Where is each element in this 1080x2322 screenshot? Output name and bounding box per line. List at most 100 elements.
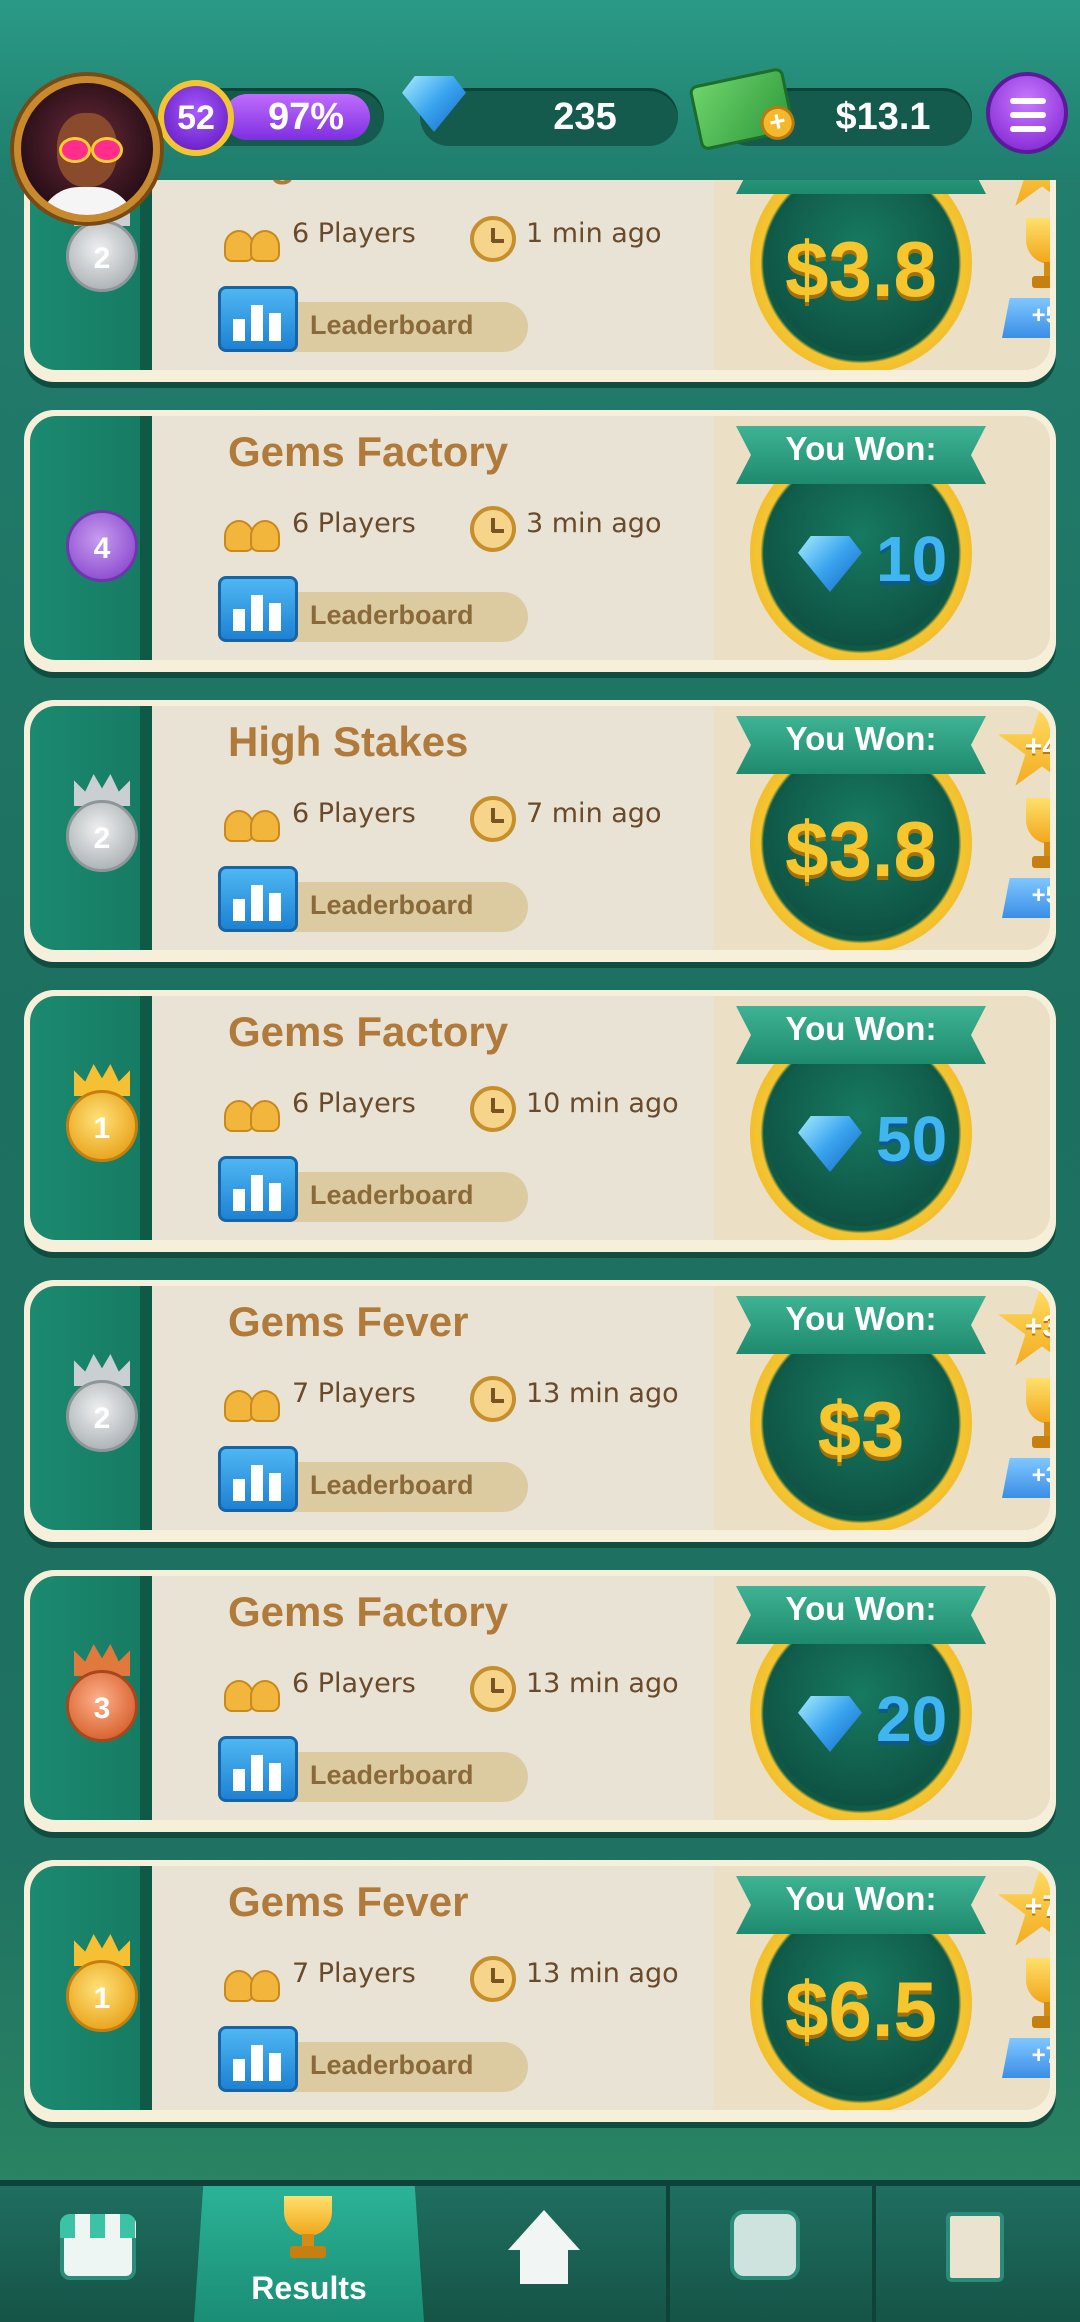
gem-icon <box>798 1116 862 1172</box>
trophy-bonus: +53 <box>1031 882 1050 909</box>
result-card[interactable]: 1 Gems Factory 6 Players 10 min ago Leaderbo… <box>24 990 1056 1252</box>
trophy-bonus: +53 <box>1031 302 1050 329</box>
trophy-bonus: +72 <box>1031 2042 1050 2069</box>
prize-cash: $3.8 <box>785 225 937 313</box>
nav-results[interactable]: Results <box>194 2186 424 2322</box>
game-title: Gems Fever <box>228 1298 469 1345</box>
trophy-icon <box>1014 1378 1050 1458</box>
leaderboard-icon[interactable] <box>218 1736 298 1802</box>
players-count: 6 Players <box>292 1668 416 1699</box>
store-icon <box>60 2214 136 2280</box>
you-won-label: You Won: <box>785 1590 937 1627</box>
nav-results-label: Results <box>251 2270 367 2306</box>
nav-home[interactable] <box>424 2186 664 2322</box>
trophy-icon <box>1014 1958 1050 2038</box>
result-card[interactable]: 2 High Stakes 6 Players 7 min ago Leaderboar… <box>24 700 1056 962</box>
cash-amount: $13.1 <box>835 96 931 138</box>
prize-gems: 10 <box>876 523 948 595</box>
leaderboard-icon[interactable] <box>218 2026 298 2092</box>
leaderboard-label[interactable]: Leaderboard <box>310 2050 474 2081</box>
xp-percent: 97% <box>267 96 345 138</box>
nav-store[interactable] <box>0 2186 190 2322</box>
players-count: 6 Players <box>292 1088 416 1119</box>
bottom-navigation: Results <box>0 2180 1080 2322</box>
leaderboard-label[interactable]: Leaderboard <box>310 1180 474 1211</box>
leaderboard-label[interactable]: Leaderboard <box>310 310 474 341</box>
players-icon <box>224 802 286 842</box>
star-bonus: +7 <box>1024 1890 1050 1923</box>
results-trophy-icon <box>274 2196 342 2260</box>
result-card[interactable]: 4 Gems Factory 6 Players 3 min ago Leaderboa… <box>24 410 1056 672</box>
time-ago: 3 min ago <box>526 508 662 539</box>
you-won-label: You Won: <box>785 1880 937 1917</box>
result-card[interactable]: 1 Gems Fever 7 Players 13 min ago Leaderboar… <box>24 1860 1056 2122</box>
friends-icon <box>730 2210 800 2280</box>
leaderboard-icon[interactable] <box>218 1156 298 1222</box>
you-won-label: You Won: <box>785 1010 937 1047</box>
players-icon <box>224 222 286 262</box>
players-icon <box>224 1382 286 1422</box>
game-title: Gems Factory <box>228 1008 509 1055</box>
result-card[interactable]: 2 Gems Fever 7 Players 13 min ago Leaderboar… <box>24 1280 1056 1542</box>
rank-badge: 2 <box>66 800 138 872</box>
player-avatar[interactable] <box>14 76 160 222</box>
leaderboard-icon[interactable] <box>218 866 298 932</box>
star-bonus: +3 <box>1024 1310 1050 1343</box>
clock-icon <box>470 216 516 262</box>
menu-button[interactable] <box>986 72 1068 154</box>
time-ago: 10 min ago <box>526 1088 679 1119</box>
players-icon <box>224 512 286 552</box>
clock-icon <box>470 1376 516 1422</box>
time-ago: 1 min ago <box>526 218 662 249</box>
clock-icon <box>470 1956 516 2002</box>
rank-badge: 1 <box>66 1960 138 2032</box>
game-title: Gems Factory <box>228 428 509 475</box>
nav-friends[interactable] <box>670 2186 870 2322</box>
home-icon <box>508 2210 580 2284</box>
clock-icon <box>470 506 516 552</box>
results-list[interactable]: 2 High Stakes 6 Players 1 min ago Leaderboar… <box>0 0 1080 2180</box>
nav-book[interactable] <box>876 2186 1080 2322</box>
rank-badge: 4 <box>66 510 138 582</box>
book-icon <box>946 2212 1004 2282</box>
leaderboard-icon[interactable] <box>218 576 298 642</box>
rank-badge: 2 <box>66 1380 138 1452</box>
level-badge: 52 <box>158 80 234 156</box>
trophy-icon <box>1014 218 1050 298</box>
game-title: Gems Fever <box>228 1878 469 1925</box>
result-card[interactable]: 3 Gems Factory 6 Players 13 min ago Leaderbo… <box>24 1570 1056 1832</box>
leaderboard-icon[interactable] <box>218 286 298 352</box>
trophy-bonus: +37 <box>1031 1462 1050 1489</box>
time-ago: 13 min ago <box>526 1378 679 1409</box>
leaderboard-label[interactable]: Leaderboard <box>310 1470 474 1501</box>
players-count: 6 Players <box>292 218 416 249</box>
leaderboard-label[interactable]: Leaderboard <box>310 890 474 921</box>
rank-badge: 2 <box>66 220 138 292</box>
game-title: Gems Factory <box>228 1588 509 1635</box>
leaderboard-label[interactable]: Leaderboard <box>310 600 474 631</box>
players-count: 6 Players <box>292 508 416 539</box>
you-won-label: You Won: <box>785 1300 937 1337</box>
time-ago: 13 min ago <box>526 1668 679 1699</box>
players-count: 7 Players <box>292 1958 416 1989</box>
leaderboard-label[interactable]: Leaderboard <box>310 1760 474 1791</box>
star-bonus: +4 <box>1024 730 1050 763</box>
gem-icon <box>798 536 862 592</box>
players-count: 6 Players <box>292 798 416 829</box>
time-ago: 13 min ago <box>526 1958 679 1989</box>
cash-add-icon[interactable]: + <box>688 66 798 152</box>
prize-gems: 50 <box>876 1103 948 1175</box>
gem-icon <box>798 1696 862 1752</box>
time-ago: 7 min ago <box>526 798 662 829</box>
clock-icon <box>470 1086 516 1132</box>
you-won-label: You Won: <box>785 720 937 757</box>
gems-count: 235 <box>553 96 617 138</box>
you-won-label: You Won: <box>785 430 937 467</box>
players-icon <box>224 1962 286 2002</box>
leaderboard-icon[interactable] <box>218 1446 298 1512</box>
game-title: High Stakes <box>228 718 469 765</box>
prize-cash: $6.5 <box>785 1965 937 2053</box>
prize-cash: $3.8 <box>785 805 937 893</box>
prize-gems: 20 <box>876 1683 948 1755</box>
clock-icon <box>470 796 516 842</box>
